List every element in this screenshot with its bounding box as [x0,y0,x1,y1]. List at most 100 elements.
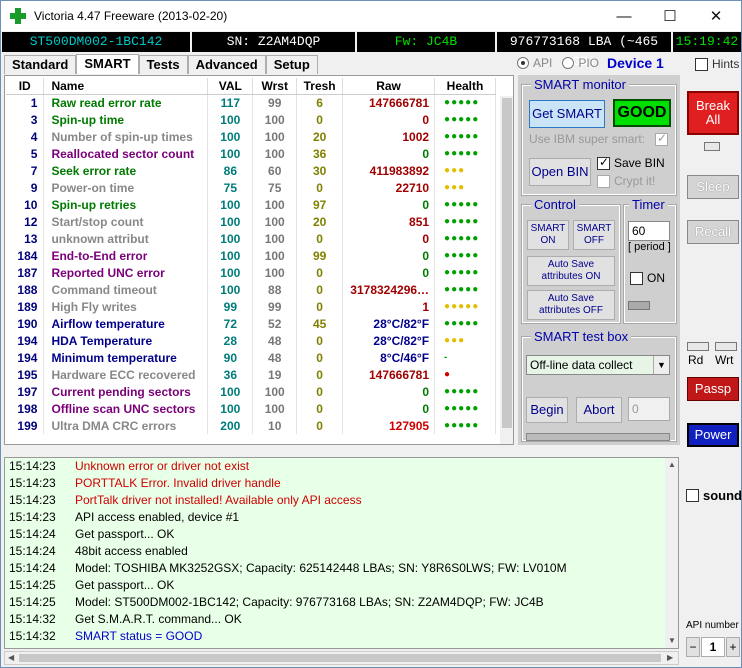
timer-period-input[interactable]: 60 [628,221,670,241]
recall-button[interactable]: Recall [687,220,739,244]
smart-row[interactable]: 194 HDA Temperature 28 48 0 28°C/82°F ●●● [6,332,496,349]
smart-row[interactable]: 7 Seek error rate 86 60 30 411983892 ●●● [6,162,496,179]
log-time: 15:14:32 [9,629,56,643]
sound-checkbox[interactable] [686,489,699,502]
col-raw[interactable]: Raw [342,78,436,95]
log-lines: 15:14:23 Unknown error or driver not exis… [5,458,678,645]
smart-row[interactable]: 13 unknown attribut 100 100 0 0 ●●●●● [6,230,496,247]
chevron-down-icon[interactable]: ▼ [653,356,669,374]
smart-row-id: 189 [6,298,45,315]
col-val[interactable]: VAL [207,78,254,95]
smart-row-raw: 127905 [342,417,436,434]
smart-row-tresh: 36 [296,145,344,162]
smart-row[interactable]: 184 End-to-End error 100 100 99 0 ●●●●● [6,247,496,264]
tab-tests[interactable]: Tests [138,55,188,74]
smart-row-val: 100 [207,264,254,281]
smart-row-raw: 147666781 [342,366,436,383]
smart-row-tresh: 99 [296,247,344,264]
drive-serial: SN: Z2AM4DQP [192,32,357,52]
smart-row[interactable]: 187 Reported UNC error 100 100 0 0 ●●●●● [6,264,496,281]
smart-row[interactable]: 194 Minimum temperature 90 48 0 8°C/46°F - [6,349,496,366]
save-bin-option[interactable]: Save BIN [597,155,665,170]
smart-row[interactable]: 188 Command timeout 100 88 0 3178324296… ●●●●● [6,281,496,298]
smart-row-health: ●●● [434,162,496,179]
pio-radio[interactable] [562,57,575,69]
col-name[interactable]: Name [43,78,209,95]
auto-save-on-button[interactable]: Auto Save attributes ON [527,256,615,286]
timer-on-label: ON [647,271,665,285]
timer-on-option[interactable]: ON [630,271,665,285]
scroll-up-icon[interactable]: ▲ [668,460,676,469]
passp-button[interactable]: Passp [687,377,739,401]
tab-bar: Standard SMART Tests Advanced Setup [4,54,318,74]
smart-row-health: - [434,349,496,366]
test-number-input[interactable]: 0 [628,397,670,421]
smart-row[interactable]: 9 Power-on time 75 75 0 22710 ●●● [6,179,496,196]
smart-row[interactable]: 10 Spin-up retries 100 100 97 0 ●●●●● [6,196,496,213]
break-all-button[interactable]: Break All [687,91,739,135]
smart-row-health: ●●●●● [434,213,496,230]
smart-row[interactable]: 3 Spin-up time 100 100 0 0 ●●●●● [6,111,496,128]
save-bin-checkbox[interactable] [597,155,610,170]
api-label: API [533,56,553,70]
power-button[interactable]: Power [687,423,739,447]
log-scrollbar[interactable]: ▲ ▼ [665,458,678,648]
smart-row[interactable]: 4 Number of spin-up times 100 100 20 1002 ●●●●… [6,128,496,145]
begin-button[interactable]: Begin [526,397,568,423]
api-radio[interactable] [517,57,529,69]
use-ibm-option: Use IBM super smart: [529,131,669,146]
log-message: Unknown error or driver not exist [75,459,250,473]
api-number-increment[interactable]: + [726,637,740,657]
scroll-right-icon[interactable]: ▶ [667,653,673,662]
smart-row[interactable]: 189 High Fly writes 99 99 0 1 ●●●●● [6,298,496,315]
smart-row-health: ●●●●● [434,298,496,315]
scrollbar-thumb[interactable] [502,98,512,428]
sound-option[interactable]: sound [686,488,742,503]
log-message: Model: TOSHIBA MK3252GSX; Capacity: 6251… [75,561,567,575]
scroll-left-icon[interactable]: ◀ [8,653,14,662]
horizontal-scrollbar-thumb[interactable] [19,654,661,662]
smart-on-button[interactable]: SMART ON [527,220,569,250]
device-label: Device 1 [607,55,664,71]
smart-row[interactable]: 5 Reallocated sector count 100 100 36 0 ●●●●● [6,145,496,162]
test-type-select[interactable]: Off-line data collect ▼ [526,355,670,375]
tab-standard[interactable]: Standard [4,55,77,74]
smart-row[interactable]: 198 Offline scan UNC sectors 100 100 0 0 ●●●●● [6,400,496,417]
col-wrst[interactable]: Wrst [252,78,298,95]
col-tresh[interactable]: Tresh [296,78,344,95]
smart-monitor-group: SMART monitor Get SMART GOOD Use IBM sup… [521,77,677,196]
scroll-down-icon[interactable]: ▼ [668,636,676,645]
close-button[interactable]: ✕ [693,1,739,31]
hints-checkbox[interactable] [695,57,708,71]
smart-row[interactable]: 190 Airflow temperature 72 52 45 28°C/82°F ●●●… [6,315,496,332]
smart-off-button[interactable]: SMART OFF [573,220,615,250]
smart-row[interactable]: 1 Raw read error rate 117 99 6 147666781 ●●●●● [6,94,496,111]
col-health[interactable]: Health [434,78,496,95]
tab-setup[interactable]: Setup [265,55,318,74]
tab-smart[interactable]: SMART [76,54,139,74]
open-bin-button[interactable]: Open BIN [529,158,591,186]
api-number-decrement[interactable]: − [686,637,700,657]
horizontal-scrollbar[interactable]: ◀ ▶ [4,651,679,665]
write-label: Wrt [715,353,734,367]
smart-row[interactable]: 197 Current pending sectors 100 100 0 0 ●●●●● [6,383,496,400]
sleep-button[interactable]: Sleep [687,175,739,199]
smart-row[interactable]: 195 Hardware ECC recovered 36 19 0 147666781 ● [6,366,496,383]
minimize-button[interactable]: — [601,1,647,31]
timer-title: Timer [629,197,668,212]
maximize-button[interactable]: ☐ [647,1,693,31]
smart-row-wrst: 100 [252,230,298,247]
smart-row[interactable]: 199 Ultra DMA CRC errors 200 10 0 127905 ●●●●● [6,417,496,434]
tab-advanced[interactable]: Advanced [187,55,266,74]
get-smart-button[interactable]: Get SMART [529,100,605,128]
smart-row-raw: 1002 [342,128,436,145]
auto-save-off-button[interactable]: Auto Save attributes OFF [527,290,615,320]
col-id[interactable]: ID [6,78,45,95]
api-number-value[interactable]: 1 [701,637,725,657]
hints-toggle[interactable]: Hints [695,57,739,71]
abort-button[interactable]: Abort [576,397,622,423]
smart-row[interactable]: 12 Start/stop count 100 100 20 851 ●●●●● [6,213,496,230]
timer-on-checkbox[interactable] [630,271,643,285]
smart-table-scrollbar[interactable] [500,96,513,444]
smart-row-tresh: 0 [296,230,344,247]
